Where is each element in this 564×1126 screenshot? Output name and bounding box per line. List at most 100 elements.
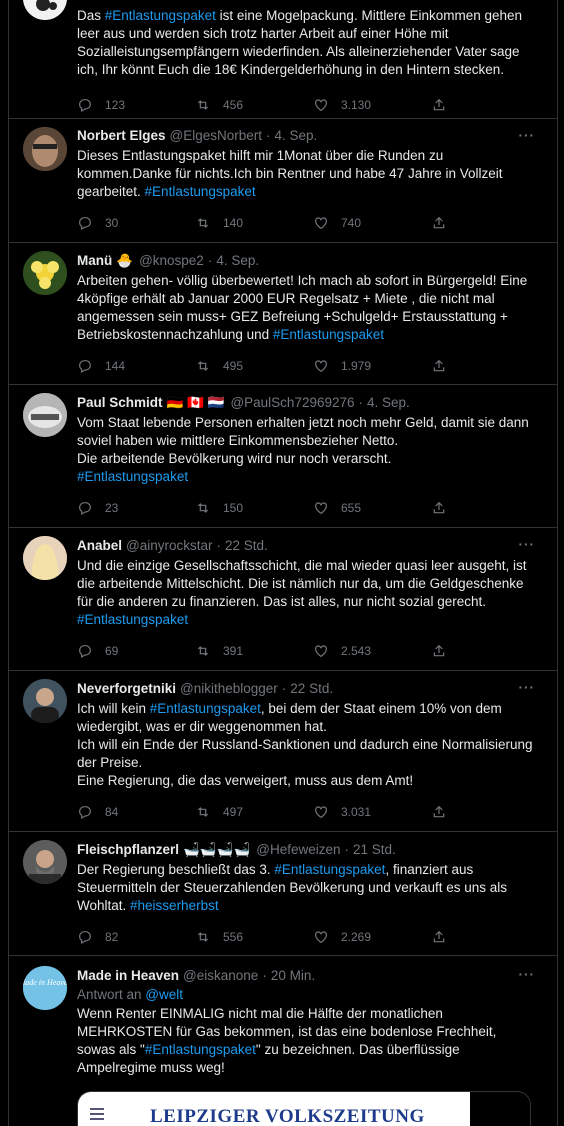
more-options-button[interactable]: ··· (519, 536, 536, 554)
retweet-count: 456 (223, 98, 244, 112)
tweet-text: Vom Staat lebende Personen erhalten jetz… (77, 414, 533, 486)
hashtag-link[interactable]: #heisserherbst (130, 898, 219, 913)
tweet-actions: 23 150 655 (77, 498, 533, 518)
reply-button[interactable]: 144 (77, 357, 195, 375)
handle[interactable]: @nikitheblogger (180, 680, 278, 698)
like-button[interactable]: 3.130 (313, 96, 431, 114)
like-button[interactable]: 3.031 (313, 803, 431, 821)
like-button[interactable]: 655 (313, 499, 431, 517)
share-button[interactable] (431, 97, 451, 113)
share-button[interactable] (431, 215, 451, 231)
tweet-text: Das #Entlastungspaket ist eine Mogelpack… (77, 7, 533, 79)
reply-count: 84 (105, 805, 119, 819)
timestamp[interactable]: 4. Sep. (367, 394, 410, 412)
retweet-button[interactable]: 391 (195, 642, 313, 660)
timestamp[interactable]: 4. Sep. (216, 252, 259, 270)
display-name[interactable]: Made in Heaven (77, 967, 179, 985)
share-button[interactable] (431, 929, 451, 945)
more-options-button[interactable]: ··· (519, 966, 536, 984)
reply-button[interactable]: 84 (77, 803, 195, 821)
tweet-text-segment: Der Regierung beschließt das 3. (77, 862, 275, 877)
avatar[interactable] (23, 536, 67, 580)
separator: · (207, 253, 213, 268)
share-button[interactable] (431, 804, 451, 820)
hashtag-link[interactable]: #Entlastungspaket (77, 469, 188, 484)
display-name[interactable]: Norbert Elges (77, 127, 166, 145)
reply-to-link[interactable]: @welt (145, 987, 183, 1002)
timestamp[interactable]: 20 Min. (271, 967, 315, 985)
tweet[interactable]: Norbert Elges @ElgesNorbert · 4. Sep. ··… (9, 119, 557, 243)
handle[interactable]: @ainyrockstar (126, 537, 212, 555)
share-button[interactable] (431, 500, 451, 516)
avatar[interactable] (23, 0, 67, 20)
tweet[interactable]: Das #Entlastungspaket ist eine Mogelpack… (9, 0, 557, 119)
card-brand: LEIPZIGER VOLKSZEITUNG (150, 1106, 425, 1126)
like-button[interactable]: 1.979 (313, 357, 431, 375)
like-count: 2.543 (341, 644, 372, 658)
handle[interactable]: @PaulSch72969276 (230, 394, 354, 412)
hashtag-link[interactable]: #Entlastungspaket (77, 612, 188, 627)
handle[interactable]: @eiskanone (183, 967, 258, 985)
avatar[interactable] (23, 840, 67, 884)
hashtag-link[interactable]: #Entlastungspaket (150, 701, 261, 716)
hashtag-link[interactable]: #Entlastungspaket (274, 862, 385, 877)
avatar[interactable] (23, 679, 67, 723)
tweet[interactable]: Paul Schmidt 🇩🇪 🇨🇦 🇳🇱 @PaulSch72969276 ·… (9, 385, 557, 528)
tweet[interactable]: Neverforgetniki @nikitheblogger · 22 Std… (9, 671, 557, 832)
tweet[interactable]: Made in Heaven Made in Heaven @eiskanone… (9, 956, 557, 1126)
link-card[interactable]: LEIPZIGER VOLKSZEITUNG (77, 1091, 531, 1126)
timestamp[interactable]: 4. Sep. (275, 127, 318, 145)
retweet-icon (197, 807, 209, 817)
avatar[interactable] (23, 127, 67, 171)
name-emoji: 🐣 (116, 253, 134, 268)
reply-button[interactable]: 30 (77, 214, 195, 232)
share-button[interactable] (431, 643, 451, 659)
display-name[interactable]: Anabel (77, 537, 122, 555)
timestamp[interactable]: 21 Std. (353, 841, 396, 859)
hashtag-link[interactable]: #Entlastungspaket (145, 1042, 256, 1057)
hashtag-link[interactable]: #Entlastungspaket (105, 8, 216, 23)
retweet-button[interactable]: 497 (195, 803, 313, 821)
retweet-button[interactable]: 140 (195, 214, 313, 232)
tweet-actions: 144 495 1.979 (77, 356, 533, 376)
like-button[interactable]: 2.543 (313, 642, 431, 660)
more-options-button[interactable]: ··· (519, 679, 536, 697)
handle[interactable]: @Hefeweizen (256, 841, 340, 859)
reply-context: Antwort an @welt (77, 986, 533, 1004)
tweet[interactable]: Manü 🐣 @knospe2 · 4. Sep. Arbeiten gehen… (9, 243, 557, 385)
more-options-button[interactable]: ··· (519, 127, 536, 145)
handle[interactable]: @ElgesNorbert (170, 127, 263, 145)
retweet-button[interactable]: 456 (195, 96, 313, 114)
reply-button[interactable]: 69 (77, 642, 195, 660)
retweet-button[interactable]: 150 (195, 499, 313, 517)
tweet-header: Norbert Elges @ElgesNorbert · 4. Sep. (77, 126, 533, 146)
avatar[interactable] (23, 251, 67, 295)
display-name[interactable]: Manü (77, 252, 112, 270)
retweet-button[interactable]: 556 (195, 928, 313, 946)
avatar[interactable] (23, 393, 67, 437)
like-button[interactable]: 740 (313, 214, 431, 232)
reply-button[interactable]: 82 (77, 928, 195, 946)
retweet-count: 495 (223, 359, 244, 373)
display-name[interactable]: Paul Schmidt (77, 394, 163, 412)
tweet-text-segment: Vom Staat lebende Personen erhalten jetz… (77, 415, 529, 466)
avatar[interactable]: Made in Heaven (23, 966, 67, 1010)
timestamp[interactable]: 22 Std. (225, 537, 268, 555)
display-name[interactable]: Fleischpflanzerl (77, 841, 179, 859)
hashtag-link[interactable]: #Entlastungspaket (145, 184, 256, 199)
tweet[interactable]: Fleischpflanzerl 🛁🛁🛁🛁 @Hefeweizen · 21 S… (9, 832, 557, 956)
tweet[interactable]: Anabel @ainyrockstar · 22 Std. ··· Und d… (9, 528, 557, 671)
name-emoji: 🛁🛁🛁🛁 (183, 842, 251, 857)
reply-button[interactable]: 23 (77, 499, 195, 517)
handle[interactable]: @knospe2 (139, 252, 204, 270)
tweet-text: Wenn Renter EINMALIG nicht mal die Hälft… (77, 1005, 533, 1077)
retweet-button[interactable]: 495 (195, 357, 313, 375)
timestamp[interactable]: 22 Std. (290, 680, 333, 698)
hashtag-link[interactable]: #Entlastungspaket (273, 327, 384, 342)
share-icon (433, 644, 445, 657)
like-button[interactable]: 2.269 (313, 928, 431, 946)
reply-button[interactable]: 123 (77, 96, 195, 114)
tweet-header: Anabel @ainyrockstar · 22 Std. (77, 536, 533, 556)
display-name[interactable]: Neverforgetniki (77, 680, 176, 698)
share-button[interactable] (431, 358, 451, 374)
